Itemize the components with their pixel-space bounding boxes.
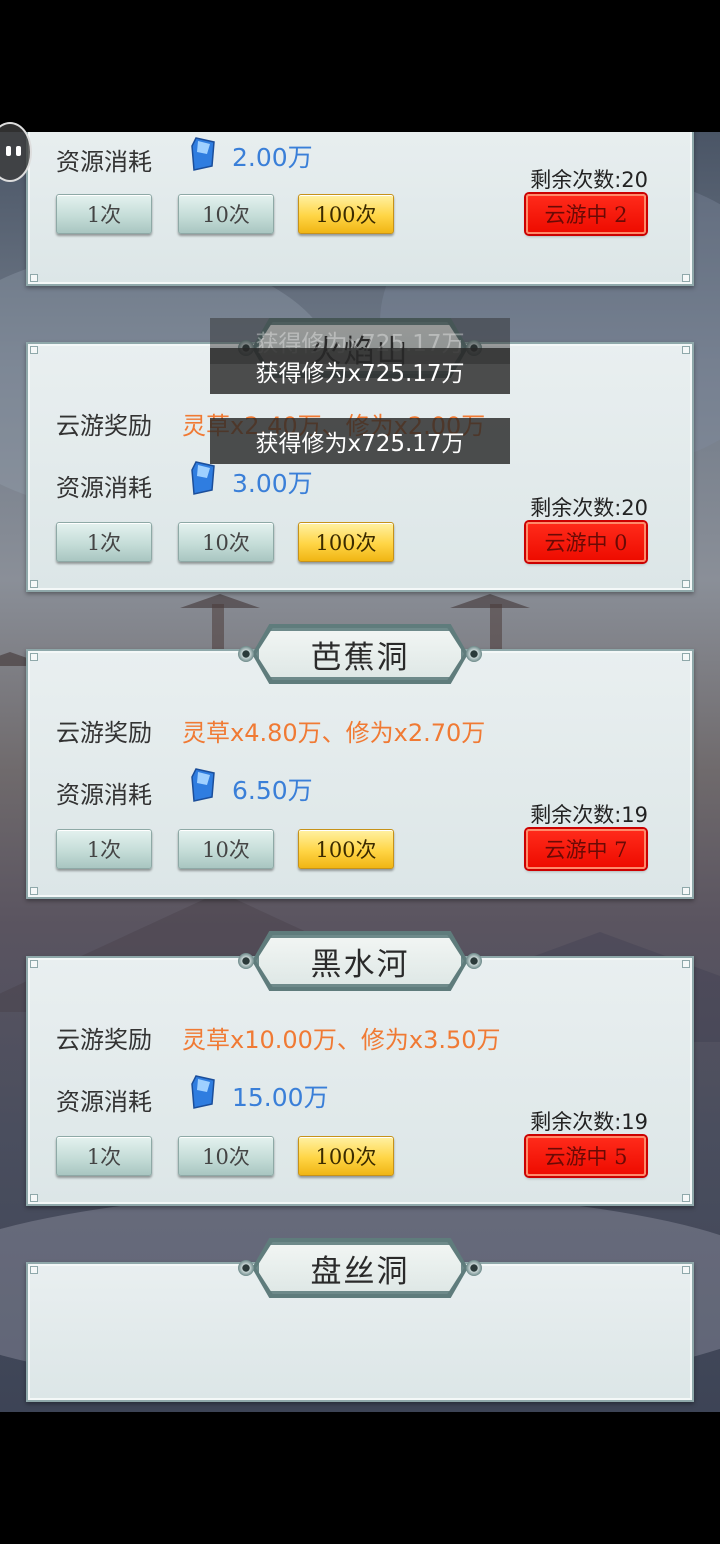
travel-1x-button[interactable]: 1次 — [56, 1136, 152, 1176]
location-title: 黑水河 — [310, 946, 410, 983]
reward-toast: 获得修为x725.17万 — [210, 348, 510, 394]
remaining-count: 剩余次数:19 — [530, 1110, 648, 1134]
travel-1x-button[interactable]: 1次 — [56, 194, 152, 234]
travel-1x-button[interactable]: 1次 — [56, 829, 152, 869]
reward-value: 灵草x4.80万、修为x2.70万 — [182, 719, 486, 747]
location-title: 盘丝洞 — [310, 1253, 410, 1290]
location-title-plaque: 黑水河 — [238, 931, 482, 991]
traveling-status-button[interactable]: 云游中 2 — [526, 194, 646, 234]
cost-label: 资源消耗 — [56, 1088, 152, 1116]
cost-label: 资源消耗 — [56, 148, 152, 176]
travel-100x-button[interactable]: 100次 — [298, 194, 394, 234]
cost-value: 2.00万 — [232, 143, 313, 172]
travel-10x-button[interactable]: 10次 — [178, 194, 274, 234]
travel-100x-button[interactable]: 100次 — [298, 829, 394, 869]
travel-10x-button[interactable]: 10次 — [178, 522, 274, 562]
game-screen: 资源消耗 2.00万 剩余次数:20 1次 10次 100次 云游中 2 云游奖… — [0, 132, 720, 1412]
reward-toast: 获得修为x725.17万 — [210, 418, 510, 464]
cost-label: 资源消耗 — [56, 781, 152, 809]
location-title-plaque: 芭蕉洞 — [238, 624, 482, 684]
reward-label: 云游奖励 — [56, 719, 152, 747]
spirit-crystal-icon — [191, 461, 215, 495]
traveling-status-button[interactable]: 云游中 7 — [526, 829, 646, 869]
travel-1x-button[interactable]: 1次 — [56, 522, 152, 562]
remaining-count: 剩余次数:20 — [530, 168, 648, 192]
reward-label: 云游奖励 — [56, 1026, 152, 1054]
cost-value: 3.00万 — [232, 469, 313, 498]
cost-value: 15.00万 — [232, 1083, 329, 1112]
travel-10x-button[interactable]: 10次 — [178, 1136, 274, 1176]
cost-label: 资源消耗 — [56, 474, 152, 502]
spirit-crystal-icon — [191, 768, 215, 802]
spirit-crystal-icon — [191, 1075, 215, 1109]
traveling-status-button[interactable]: 云游中 5 — [526, 1136, 646, 1176]
location-title-plaque: 盘丝洞 — [238, 1238, 482, 1298]
travel-100x-button[interactable]: 100次 — [298, 1136, 394, 1176]
spirit-crystal-icon — [191, 137, 215, 171]
reward-value: 灵草x10.00万、修为x3.50万 — [182, 1026, 501, 1054]
travel-card: 云游奖励 灵草x10.00万、修为x3.50万 资源消耗 15.00万 剩余次数… — [26, 956, 694, 1206]
reward-label: 云游奖励 — [56, 412, 152, 440]
location-title: 芭蕉洞 — [310, 639, 410, 676]
travel-card: 资源消耗 2.00万 剩余次数:20 1次 10次 100次 云游中 2 — [26, 132, 694, 286]
cost-value: 6.50万 — [232, 776, 313, 805]
travel-10x-button[interactable]: 10次 — [178, 829, 274, 869]
remaining-count: 剩余次数:19 — [530, 803, 648, 827]
remaining-count: 剩余次数:20 — [530, 496, 648, 520]
travel-100x-button[interactable]: 100次 — [298, 522, 394, 562]
travel-card: 云游奖励 灵草x4.80万、修为x2.70万 资源消耗 6.50万 剩余次数:1… — [26, 649, 694, 899]
traveling-status-button[interactable]: 云游中 0 — [526, 522, 646, 562]
